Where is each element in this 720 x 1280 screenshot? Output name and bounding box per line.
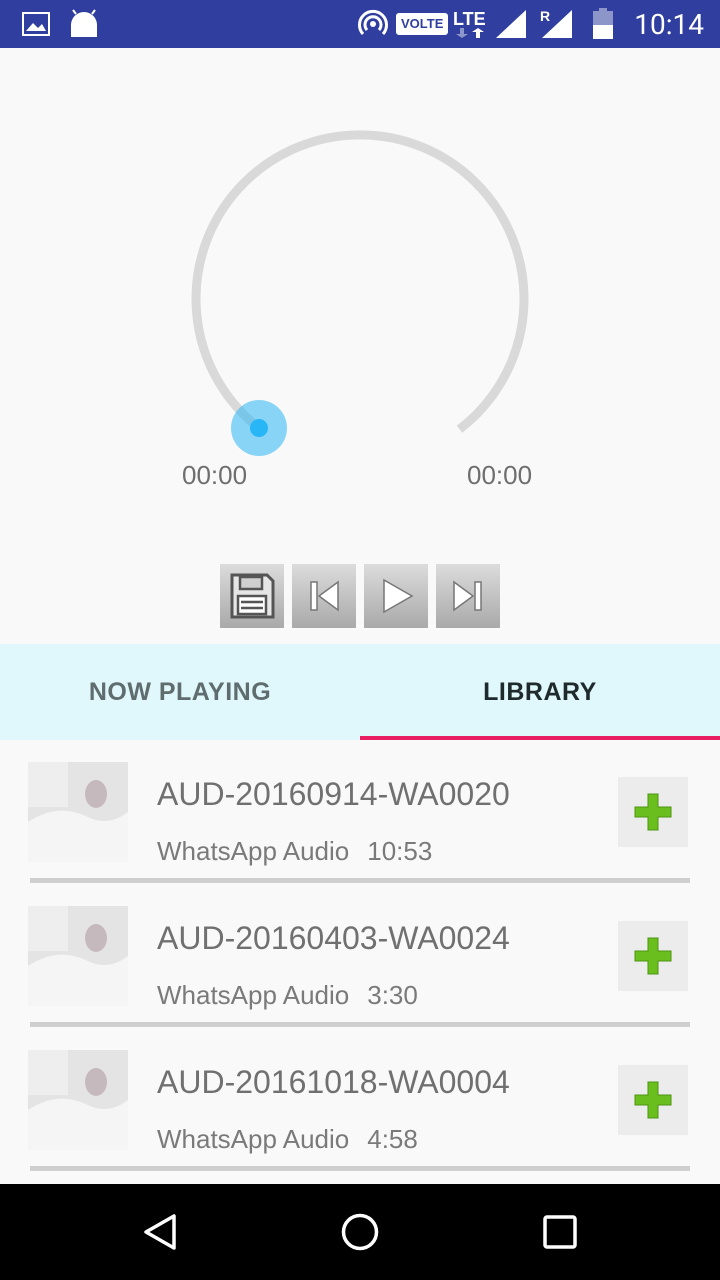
- divider: [30, 1166, 690, 1171]
- album-art: [28, 762, 128, 862]
- signal-icon: [494, 0, 528, 48]
- list-item[interactable]: AUD-20160403-WA0024 WhatsApp Audio 3:30: [0, 884, 720, 1028]
- play-icon: [383, 578, 414, 614]
- seek-thumb[interactable]: [250, 419, 268, 437]
- track-album: WhatsApp Audio: [157, 836, 350, 866]
- album-art: [28, 906, 128, 1006]
- plus-icon: [634, 793, 672, 831]
- play-button[interactable]: [364, 564, 428, 628]
- next-button[interactable]: [436, 564, 500, 628]
- track-title: AUD-20161018-WA0004: [157, 1064, 510, 1100]
- playback-controls: [220, 564, 500, 628]
- track-duration: 10:53: [367, 836, 433, 866]
- battery-icon: [592, 0, 614, 48]
- player-panel: 00:00 00:00: [0, 48, 720, 644]
- save-icon: [230, 573, 275, 619]
- track-title: AUD-20160914-WA0020: [157, 776, 510, 812]
- add-to-playlist-button[interactable]: [618, 921, 688, 991]
- library-list[interactable]: AUD-20160914-WA0020 WhatsApp Audio 10:53 …: [0, 740, 720, 1184]
- track-duration: 3:30: [367, 980, 418, 1010]
- tab-now-playing[interactable]: NOW PLAYING: [0, 644, 360, 740]
- data-arrows-icon: [456, 28, 485, 38]
- previous-icon: [310, 580, 339, 612]
- back-icon[interactable]: [140, 1212, 180, 1252]
- track-album: WhatsApp Audio: [157, 1124, 350, 1154]
- track-subtitle: WhatsApp Audio 3:30: [157, 980, 418, 1011]
- clock: 10:14: [634, 7, 704, 41]
- tab-bar: NOW PLAYING LIBRARY: [0, 644, 720, 740]
- volte-badge: VOLTE: [396, 13, 449, 35]
- divider: [30, 878, 690, 883]
- add-to-playlist-button[interactable]: [618, 777, 688, 847]
- total-time: 00:00: [467, 460, 533, 490]
- list-item[interactable]: AUD-20161018-WA0004 WhatsApp Audio 4:58: [0, 1028, 720, 1172]
- signal-roaming-icon: [540, 0, 574, 48]
- album-art: [28, 1050, 128, 1150]
- add-to-playlist-button[interactable]: [618, 1065, 688, 1135]
- track-subtitle: WhatsApp Audio 10:53: [157, 836, 432, 867]
- track-duration: 4:58: [367, 1124, 418, 1154]
- image-icon: [22, 0, 50, 48]
- track-title: AUD-20160403-WA0024: [157, 920, 510, 956]
- divider: [30, 1022, 690, 1027]
- status-bar: VOLTE LTE R 10:14: [0, 0, 720, 48]
- next-icon: [453, 580, 482, 612]
- home-icon[interactable]: [340, 1212, 380, 1252]
- android-icon: [68, 0, 100, 48]
- seek-track: [191, 130, 529, 433]
- lte-label: LTE: [453, 9, 486, 29]
- recents-icon[interactable]: [542, 1214, 578, 1250]
- plus-icon: [634, 937, 672, 975]
- track-album: WhatsApp Audio: [157, 980, 350, 1010]
- navigation-bar: [0, 1184, 720, 1280]
- track-subtitle: WhatsApp Audio 4:58: [157, 1124, 418, 1155]
- save-button[interactable]: [220, 564, 284, 628]
- hotspot-icon: [358, 0, 388, 48]
- elapsed-time: 00:00: [182, 460, 248, 490]
- seek-dial[interactable]: [0, 48, 720, 548]
- list-item[interactable]: AUD-20160914-WA0020 WhatsApp Audio 10:53: [0, 740, 720, 884]
- previous-button[interactable]: [292, 564, 356, 628]
- tab-library[interactable]: LIBRARY: [360, 644, 720, 740]
- plus-icon: [634, 1081, 672, 1119]
